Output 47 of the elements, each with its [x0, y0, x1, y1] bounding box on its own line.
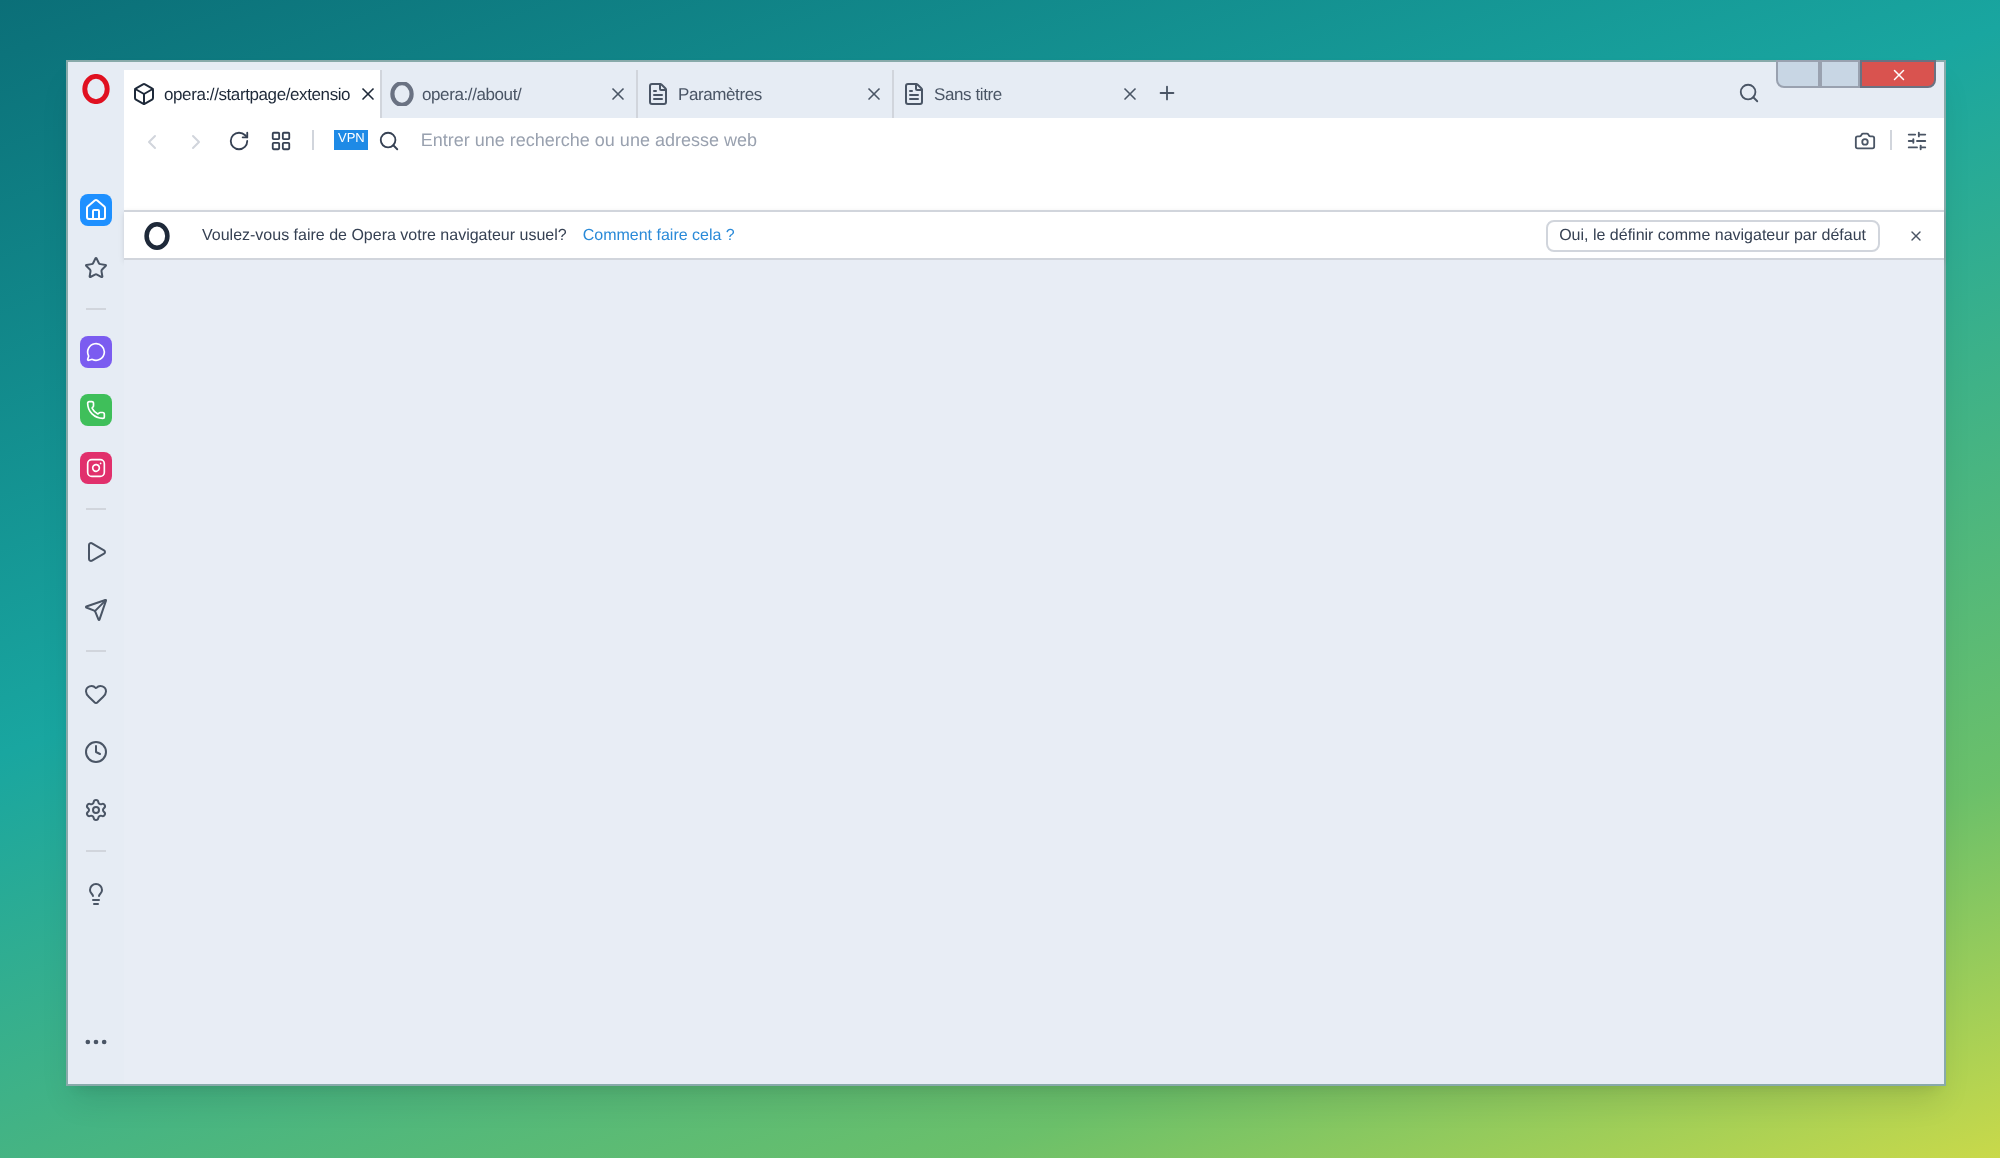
- opera-logo-icon: [390, 82, 414, 106]
- document-icon: [902, 82, 926, 106]
- sidebar-button[interactable]: [80, 251, 112, 283]
- close-tab-icon[interactable]: [1120, 84, 1140, 104]
- settings-sliders-icon[interactable]: [1906, 130, 1928, 152]
- tab-title: opera://about/: [422, 81, 524, 107]
- tab-title: Paramètres: [678, 81, 764, 107]
- camera-icon: [86, 457, 106, 477]
- search-icon: [378, 130, 401, 152]
- help-link[interactable]: Comment faire cela ?: [582, 223, 735, 247]
- close-icon[interactable]: [1908, 227, 1924, 243]
- clock-icon: [84, 739, 108, 763]
- close-icon: [1889, 65, 1907, 83]
- document-icon: [646, 82, 670, 106]
- close-window-button[interactable]: [1860, 60, 1936, 88]
- lightbulb-icon: [84, 881, 108, 905]
- close-tab-icon[interactable]: [608, 84, 628, 104]
- tab-title: opera://startpage/extensio: [164, 81, 351, 107]
- star-icon: [84, 255, 108, 279]
- sidebar-button[interactable]: [80, 335, 112, 367]
- new-tab-icon[interactable]: [1156, 82, 1178, 104]
- sidebar-button[interactable]: [80, 451, 112, 483]
- sidebar-button[interactable]: [80, 193, 112, 225]
- tab-title: Sans titre: [934, 81, 1004, 107]
- chat-bubble-icon: [86, 341, 106, 361]
- opera-logo-icon: [144, 221, 170, 249]
- address-field[interactable]: Entrer une recherche ou une adresse web: [420, 130, 1834, 152]
- set-default-button[interactable]: Oui, le définir comme navigateur par défaut: [1545, 219, 1880, 251]
- close-tab-icon[interactable]: [864, 84, 884, 104]
- reload-icon[interactable]: [228, 130, 250, 152]
- send-icon: [84, 597, 108, 621]
- settings-icon: [84, 797, 108, 821]
- phone-icon: [86, 399, 106, 419]
- sidebar-button[interactable]: [80, 593, 112, 625]
- notification-message: Voulez-vous faire de Opera votre navigateur usuel?: [202, 223, 567, 247]
- search-icon[interactable]: [1738, 82, 1760, 104]
- browser-tab[interactable]: opera://startpage/extensio: [124, 70, 380, 118]
- close-tab-icon[interactable]: [358, 84, 379, 104]
- sidebar-button[interactable]: [80, 793, 112, 825]
- cube-icon: [132, 82, 156, 106]
- heart-icon: [84, 681, 108, 705]
- grid-icon[interactable]: [270, 130, 292, 152]
- sidebar-button[interactable]: [80, 735, 112, 767]
- camera-icon[interactable]: [1854, 130, 1876, 152]
- opera-logo-icon: [82, 74, 110, 104]
- play-icon: [84, 539, 108, 563]
- home-icon: [84, 197, 108, 221]
